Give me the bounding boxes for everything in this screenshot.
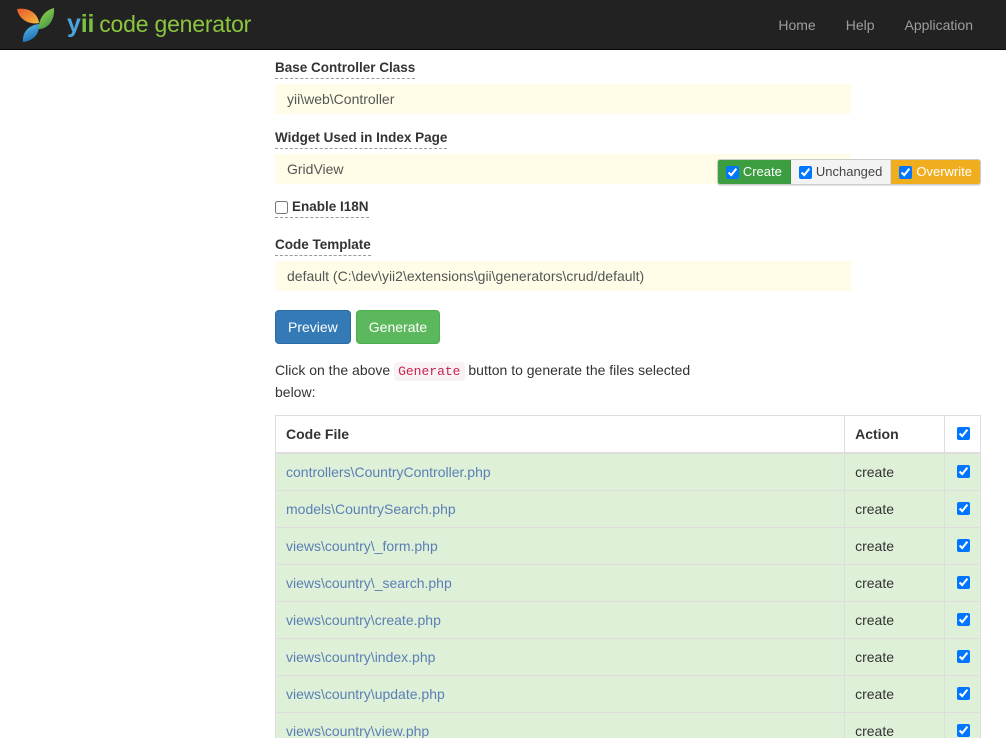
table-row: models\CountrySearch.php create	[276, 491, 981, 528]
checkbox-row-enable-i18n[interactable]: Enable I18N	[275, 199, 369, 218]
table-row: views\country\_search.php create	[276, 565, 981, 602]
generator-form: Base Controller Class Widget Used in Ind…	[275, 59, 851, 738]
nav-link-home[interactable]: Home	[763, 0, 830, 50]
yii-butterfly-logo-icon	[14, 5, 58, 45]
legend-item-unchanged[interactable]: Unchanged	[791, 160, 892, 184]
cell-code-file: controllers\CountryController.php	[276, 453, 845, 491]
cell-code-file: views\country\view.php	[276, 713, 845, 738]
legend-checkbox-create[interactable]	[726, 166, 739, 179]
row-select-checkbox[interactable]	[957, 724, 970, 737]
legend-checkbox-unchanged[interactable]	[799, 166, 812, 179]
column-header-code-file: Code File	[276, 416, 845, 454]
label-enable-i18n: Enable I18N	[292, 199, 369, 215]
cell-select[interactable]	[945, 565, 981, 602]
legend-item-overwrite[interactable]: Overwrite	[891, 160, 980, 184]
checkbox-enable-i18n[interactable]	[275, 201, 288, 214]
hint-text-before: Click on the above	[275, 362, 394, 378]
legend-label-unchanged: Unchanged	[816, 164, 883, 180]
status-legend: Create Unchanged Overwrite	[717, 159, 981, 185]
brand-name-part1: y	[67, 10, 81, 38]
nav-link-help[interactable]: Help	[831, 0, 890, 50]
row-select-checkbox[interactable]	[957, 650, 970, 663]
input-code-template[interactable]	[275, 261, 851, 291]
field-group-base-controller-class: Base Controller Class	[275, 59, 851, 114]
cell-select[interactable]	[945, 453, 981, 491]
table-row: views\country\update.php create	[276, 676, 981, 713]
cell-code-file: views\country\create.php	[276, 602, 845, 639]
nav-link-application[interactable]: Application	[890, 0, 989, 50]
cell-code-file: views\country\index.php	[276, 639, 845, 676]
cell-select[interactable]	[945, 602, 981, 639]
table-row: controllers\CountryController.php create	[276, 453, 981, 491]
cell-select[interactable]	[945, 639, 981, 676]
code-files-table-body: controllers\CountryController.phpcreatem…	[276, 453, 981, 738]
code-file-link[interactable]: views\country\_form.php	[286, 538, 438, 554]
row-select-checkbox[interactable]	[957, 687, 970, 700]
cell-code-file: models\CountrySearch.php	[276, 491, 845, 528]
page-body: Base Controller Class Widget Used in Ind…	[0, 50, 1006, 738]
code-files-table: Code File Action controllers\CountryCont…	[275, 415, 981, 738]
cell-code-file: views\country\update.php	[276, 676, 845, 713]
table-row: views\country\_form.php create	[276, 528, 981, 565]
code-file-link[interactable]: views\country\index.php	[286, 649, 435, 665]
row-select-checkbox[interactable]	[957, 465, 970, 478]
input-base-controller-class[interactable]	[275, 84, 851, 114]
cell-code-file: views\country\_form.php	[276, 528, 845, 565]
cell-select[interactable]	[945, 528, 981, 565]
code-file-link[interactable]: views\country\create.php	[286, 612, 441, 628]
cell-action: create	[845, 528, 945, 565]
legend-checkbox-overwrite[interactable]	[899, 166, 912, 179]
code-file-link[interactable]: views\country\view.php	[286, 723, 429, 738]
cell-action: create	[845, 491, 945, 528]
cell-action: create	[845, 713, 945, 738]
label-base-controller-class: Base Controller Class	[275, 60, 415, 79]
cell-action: create	[845, 565, 945, 602]
table-row: views\country\index.php create	[276, 639, 981, 676]
row-select-checkbox[interactable]	[957, 539, 970, 552]
navbar-links: Home Help Application	[763, 0, 988, 50]
select-all-checkbox[interactable]	[957, 427, 970, 440]
cell-select[interactable]	[945, 676, 981, 713]
hint-code-generate: Generate	[394, 362, 464, 381]
action-button-row: Preview Generate	[275, 310, 851, 344]
cell-code-file: views\country\_search.php	[276, 565, 845, 602]
column-header-select-all[interactable]	[945, 416, 981, 454]
generate-hint: Click on the above Generate button to ge…	[275, 360, 705, 402]
label-widget-used-in-index-page: Widget Used in Index Page	[275, 130, 447, 149]
generate-button[interactable]: Generate	[356, 310, 440, 344]
cell-action: create	[845, 639, 945, 676]
table-row: views\country\view.php create	[276, 713, 981, 738]
row-select-checkbox[interactable]	[957, 502, 970, 515]
cell-action: create	[845, 453, 945, 491]
row-select-checkbox[interactable]	[957, 576, 970, 589]
code-file-link[interactable]: controllers\CountryController.php	[286, 464, 491, 480]
field-group-enable-i18n: Enable I18N	[275, 199, 851, 218]
cell-select[interactable]	[945, 713, 981, 738]
code-file-link[interactable]: models\CountrySearch.php	[286, 501, 456, 517]
table-header-row: Code File Action	[276, 416, 981, 454]
top-navbar: yiicode generator Home Help Application	[0, 0, 1006, 50]
code-file-link[interactable]: views\country\update.php	[286, 686, 445, 702]
column-header-action: Action	[845, 416, 945, 454]
preview-button[interactable]: Preview	[275, 310, 351, 344]
brand-link[interactable]: yiicode generator	[14, 5, 251, 45]
code-file-link[interactable]: views\country\_search.php	[286, 575, 452, 591]
cell-select[interactable]	[945, 491, 981, 528]
label-code-template: Code Template	[275, 237, 371, 256]
legend-label-create: Create	[743, 164, 782, 180]
cell-action: create	[845, 602, 945, 639]
brand-title: yiicode generator	[67, 12, 251, 37]
field-group-code-template: Code Template	[275, 236, 851, 291]
code-files-table-head: Code File Action	[276, 416, 981, 454]
table-row: views\country\create.php create	[276, 602, 981, 639]
row-select-checkbox[interactable]	[957, 613, 970, 626]
legend-label-overwrite: Overwrite	[916, 164, 972, 180]
brand-subtitle: code generator	[99, 11, 251, 37]
legend-item-create[interactable]: Create	[718, 160, 791, 184]
brand-name-part2: ii	[81, 10, 95, 38]
cell-action: create	[845, 676, 945, 713]
